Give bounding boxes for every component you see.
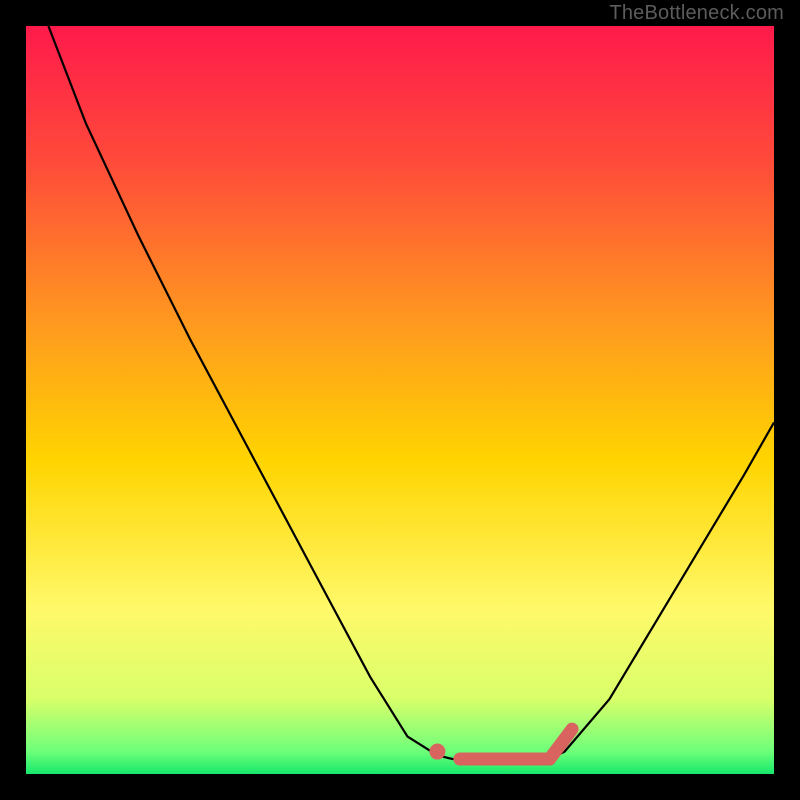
gradient-background bbox=[26, 26, 774, 774]
watermark-text: TheBottleneck.com bbox=[609, 2, 784, 25]
plot-svg bbox=[26, 26, 774, 774]
chart-frame: TheBottleneck.com bbox=[0, 0, 800, 800]
gradient-plot bbox=[26, 26, 774, 774]
highlight-marker-dot bbox=[429, 744, 445, 760]
